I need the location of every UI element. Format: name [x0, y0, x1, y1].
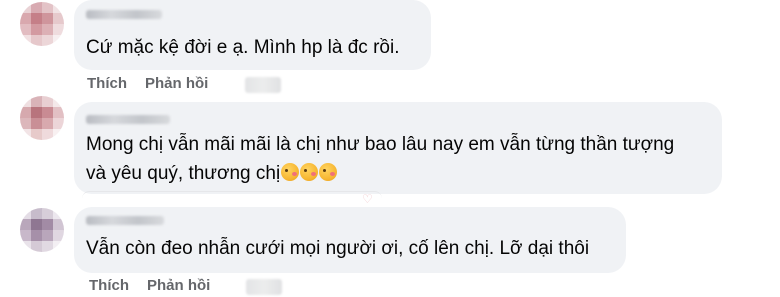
reply-button[interactable]: Phản hồi — [147, 277, 210, 294]
comment-actions: Thích Phản hồi — [89, 277, 228, 294]
comment-text: Cứ mặc kệ đời e ạ. Mình hp là đc rồi. — [86, 37, 400, 58]
comment-text-line-2-text: và yêu quý, thương chị — [86, 163, 281, 184]
kiss-emoji-icon — [319, 163, 338, 181]
comment-text-line-1: Mong chị vẫn mãi mãi là chị như bao lâu … — [86, 134, 675, 155]
reaction-bar — [82, 191, 382, 206]
heart-icon: ♡ — [362, 192, 373, 206]
reply-button[interactable]: Phản hồi — [145, 75, 208, 92]
avatar[interactable] — [20, 2, 64, 46]
like-button[interactable]: Thích — [89, 277, 129, 294]
commenter-name[interactable] — [86, 216, 164, 225]
timestamp[interactable] — [245, 77, 281, 93]
avatar[interactable] — [20, 96, 64, 140]
comment-bubble: Mong chị vẫn mãi mãi là chị như bao lâu … — [74, 102, 722, 194]
kiss-emoji-icon — [281, 163, 300, 181]
commenter-name[interactable] — [86, 115, 170, 124]
like-button[interactable]: Thích — [87, 75, 127, 92]
avatar[interactable] — [20, 208, 64, 252]
kiss-emoji-icon — [300, 163, 319, 181]
timestamp[interactable] — [246, 279, 282, 295]
comment-text: Vẫn còn đeo nhẫn cưới mọi người ơi, cố l… — [86, 238, 590, 259]
commenter-name[interactable] — [86, 10, 162, 19]
comment-bubble: Vẫn còn đeo nhẫn cưới mọi người ơi, cố l… — [74, 207, 626, 273]
comment-bubble: Cứ mặc kệ đời e ạ. Mình hp là đc rồi. — [74, 0, 431, 70]
comment-text-line-2: và yêu quý, thương chị — [86, 159, 338, 189]
comment-actions: Thích Phản hồi — [87, 75, 226, 92]
